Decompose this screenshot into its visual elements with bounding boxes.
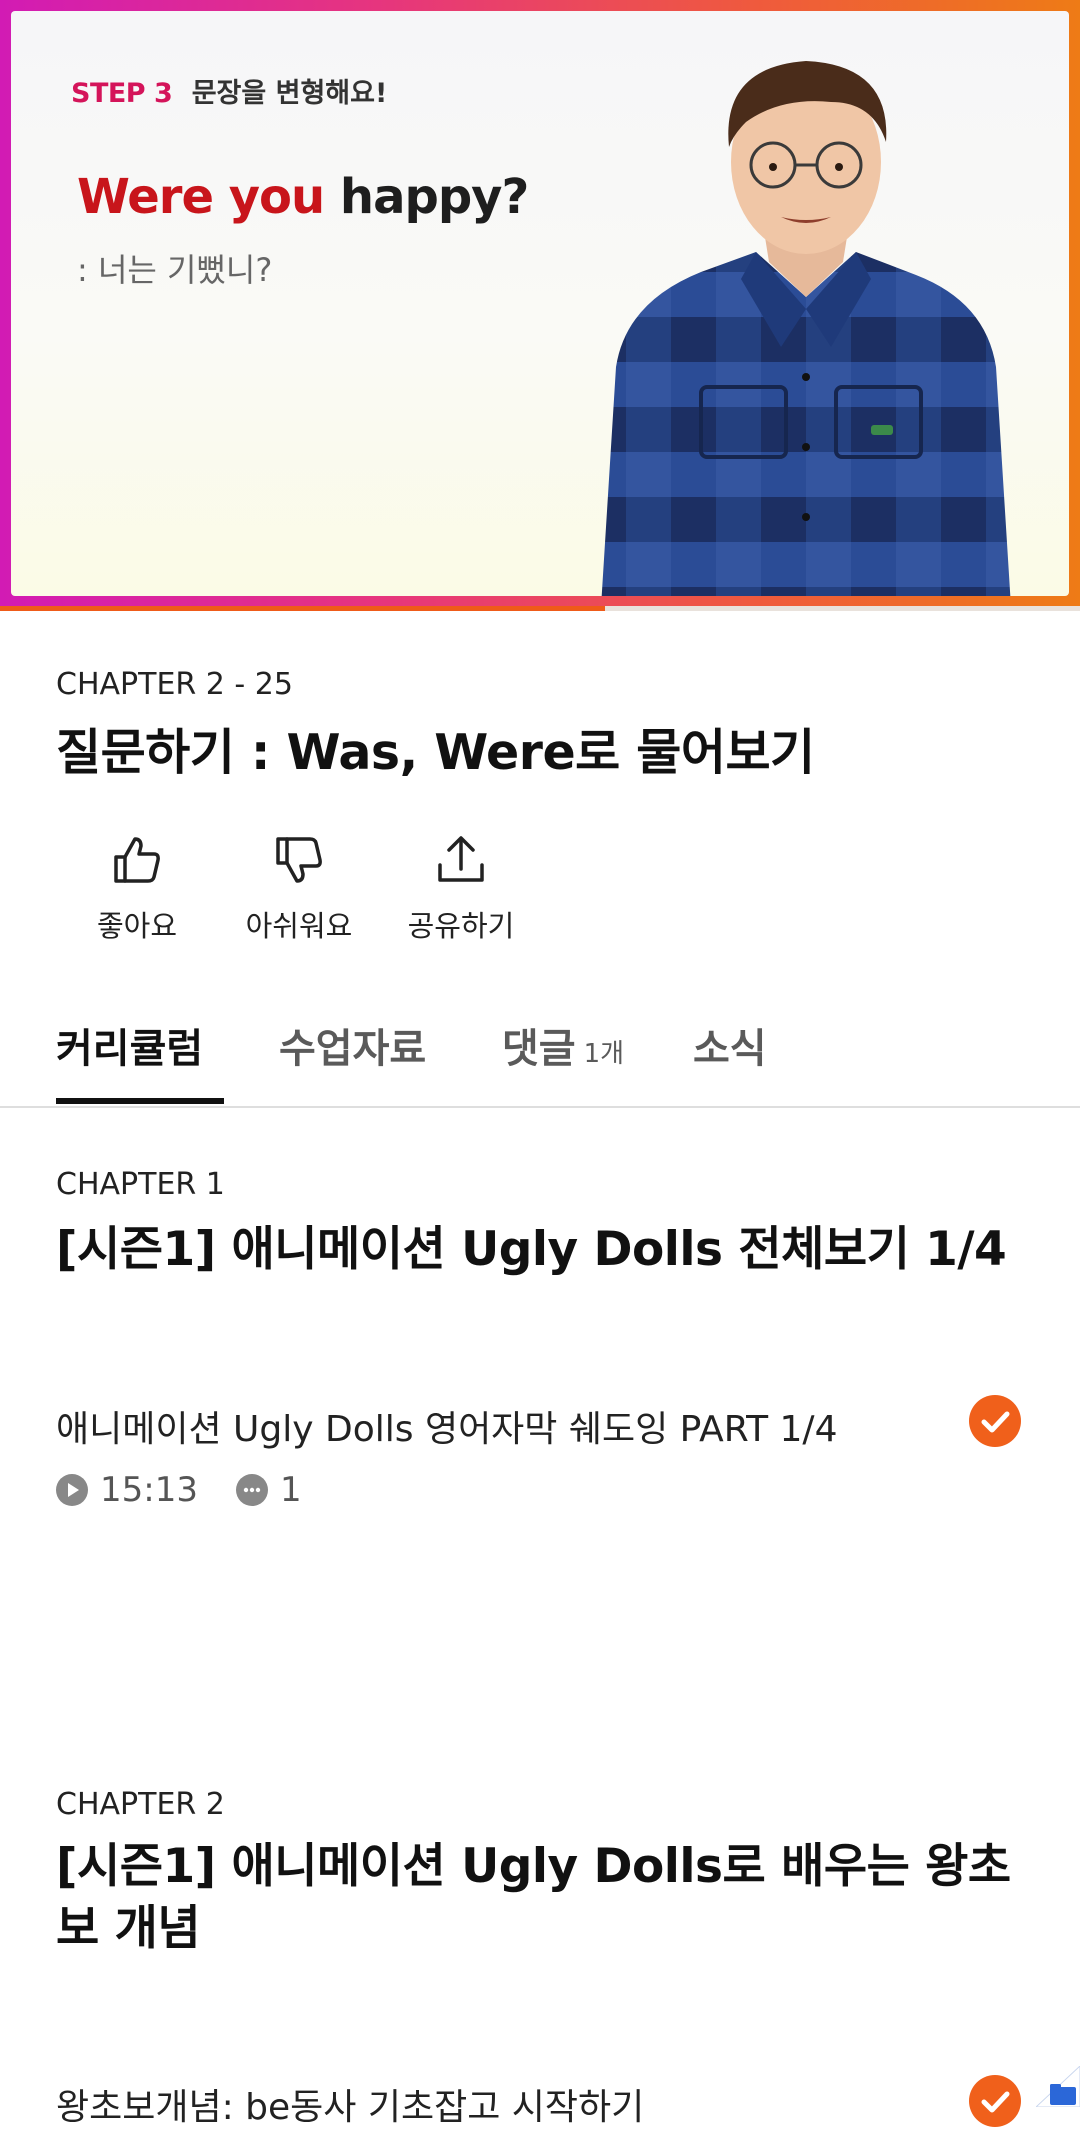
video-progress-bar[interactable] — [0, 606, 1080, 611]
comment-count-badge: 1개 — [583, 1039, 625, 1069]
tab-materials[interactable]: 수업자료 — [279, 1016, 426, 1074]
lecture-actions: 좋아요 아쉬워요 공유하기 — [56, 833, 542, 945]
example-sentence: Were you happy? — [77, 169, 529, 225]
share-button[interactable]: 공유하기 — [380, 833, 542, 945]
completed-check-icon — [969, 2075, 1021, 2127]
dislike-button[interactable]: 아쉬워요 — [218, 833, 380, 945]
presenter-image — [601, 61, 1011, 596]
lecture-chapter-label: CHAPTER 2 - 25 — [56, 667, 293, 702]
thumbs-down-icon — [276, 837, 322, 883]
step-heading: STEP 3 문장을 변형해요! — [71, 71, 387, 110]
chapter-title: [시즌1] 애니메이션 Ugly Dolls 전체보기 1/4 — [56, 1222, 1007, 1277]
tab-comments-label: 댓글 — [502, 1026, 576, 1072]
step-label: STEP 3 — [71, 78, 173, 109]
active-tab-indicator — [56, 1098, 224, 1104]
like-label: 좋아요 — [96, 909, 178, 943]
tab-curriculum[interactable]: 커리큘럼 — [56, 1016, 203, 1074]
video-player[interactable]: STEP 3 문장을 변형해요! Were you happy? : 너는 기뻤… — [0, 0, 1080, 611]
comment-icon — [235, 1474, 268, 1506]
lecture-title: 질문하기 : Was, Were로 물어보기 — [56, 724, 815, 781]
play-icon — [56, 1474, 88, 1506]
share-icon — [438, 836, 484, 882]
tab-news[interactable]: 소식 — [693, 1016, 767, 1074]
chapter-title: [시즌1] 애니메이션 Ugly Dolls로 배우는 왕초보 개념 — [56, 1839, 1011, 1956]
example-sentence-highlight: Were you — [77, 169, 325, 225]
lesson-meta: 15:13 1 — [56, 1470, 302, 1510]
thumbs-up-icon — [114, 837, 160, 883]
content-tabs: 커리큘럼 수업자료 댓글 1개 소식 — [0, 1006, 1080, 1108]
share-label: 공유하기 — [407, 909, 515, 943]
folder-icon[interactable] — [1036, 2066, 1080, 2107]
sentence-translation: : 너는 기뻤니? — [77, 251, 273, 289]
lesson-title[interactable]: 왕초보개념: be동사 기초잡고 시작하기 — [56, 2078, 644, 2130]
video-frame: STEP 3 문장을 변형해요! Were you happy? : 너는 기뻤… — [11, 11, 1069, 596]
completed-check-icon — [969, 1395, 1021, 1447]
dislike-label: 아쉬워요 — [245, 909, 353, 943]
like-button[interactable]: 좋아요 — [56, 833, 218, 945]
lesson-title[interactable]: 애니메이션 Ugly Dolls 영어자막 쉐도잉 PART 1/4 — [56, 1400, 837, 1452]
video-progress-fill — [0, 606, 605, 611]
step-text: 문장을 변형해요! — [191, 78, 388, 109]
chapter-label: CHAPTER 2 — [56, 1787, 225, 1822]
example-sentence-rest: happy? — [339, 169, 529, 225]
chapter-label: CHAPTER 1 — [56, 1167, 225, 1202]
lesson-duration: 15:13 — [100, 1470, 198, 1510]
tab-comments[interactable]: 댓글 1개 — [502, 1016, 624, 1074]
lesson-comment-count: 1 — [279, 1470, 302, 1510]
